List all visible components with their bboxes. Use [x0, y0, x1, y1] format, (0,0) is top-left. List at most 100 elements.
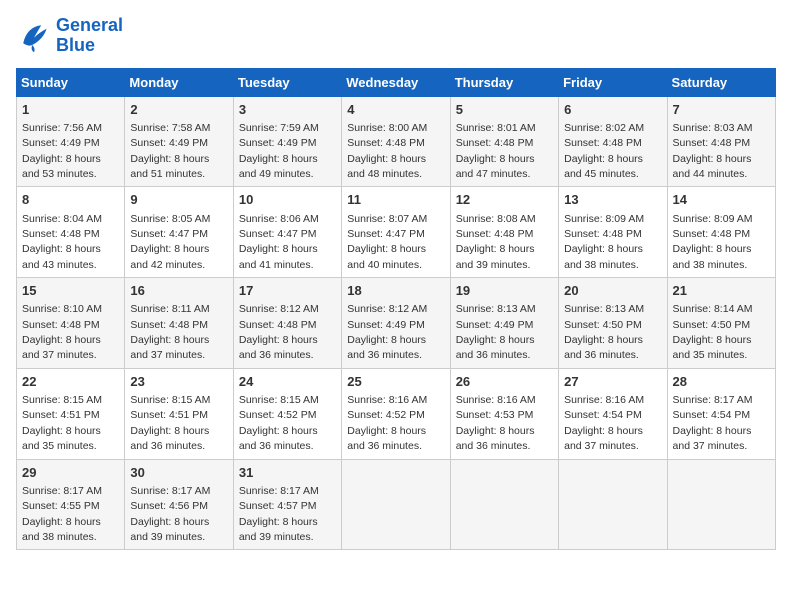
day-number: 3 — [239, 101, 336, 119]
day-info: Sunrise: 8:06 AM Sunset: 4:47 PM Dayligh… — [239, 213, 319, 271]
calendar-row-1: 1 Sunrise: 7:56 AM Sunset: 4:49 PM Daylig… — [17, 96, 776, 187]
day-info: Sunrise: 8:04 AM Sunset: 4:48 PM Dayligh… — [22, 213, 102, 271]
day-info: Sunrise: 8:05 AM Sunset: 4:47 PM Dayligh… — [130, 213, 210, 271]
day-number: 14 — [673, 191, 770, 209]
col-header-sunday: Sunday — [17, 68, 125, 96]
day-number: 10 — [239, 191, 336, 209]
calendar-cell: 1 Sunrise: 7:56 AM Sunset: 4:49 PM Daylig… — [17, 96, 125, 187]
logo: General Blue — [16, 16, 123, 56]
day-number: 26 — [456, 373, 553, 391]
day-number: 12 — [456, 191, 553, 209]
day-number: 13 — [564, 191, 661, 209]
calendar-cell: 9 Sunrise: 8:05 AM Sunset: 4:47 PM Daylig… — [125, 187, 233, 278]
calendar-row-2: 8 Sunrise: 8:04 AM Sunset: 4:48 PM Daylig… — [17, 187, 776, 278]
day-number: 21 — [673, 282, 770, 300]
day-info: Sunrise: 8:10 AM Sunset: 4:48 PM Dayligh… — [22, 303, 102, 361]
day-number: 29 — [22, 464, 119, 482]
day-number: 28 — [673, 373, 770, 391]
calendar-cell: 11 Sunrise: 8:07 AM Sunset: 4:47 PM Dayli… — [342, 187, 450, 278]
day-info: Sunrise: 8:16 AM Sunset: 4:53 PM Dayligh… — [456, 394, 536, 452]
col-header-thursday: Thursday — [450, 68, 558, 96]
col-header-monday: Monday — [125, 68, 233, 96]
col-header-tuesday: Tuesday — [233, 68, 341, 96]
day-info: Sunrise: 8:16 AM Sunset: 4:52 PM Dayligh… — [347, 394, 427, 452]
calendar-cell: 23 Sunrise: 8:15 AM Sunset: 4:51 PM Dayli… — [125, 368, 233, 459]
day-info: Sunrise: 8:09 AM Sunset: 4:48 PM Dayligh… — [673, 213, 753, 271]
day-info: Sunrise: 7:56 AM Sunset: 4:49 PM Dayligh… — [22, 122, 102, 180]
calendar-cell: 28Sunrise: 8:17 AM Sunset: 4:54 PM Dayli… — [667, 368, 775, 459]
calendar-row-4: 22 Sunrise: 8:15 AM Sunset: 4:51 PM Dayli… — [17, 368, 776, 459]
logo-text: General Blue — [56, 16, 123, 56]
day-info: Sunrise: 8:15 AM Sunset: 4:52 PM Dayligh… — [239, 394, 319, 452]
day-number: 19 — [456, 282, 553, 300]
day-number: 20 — [564, 282, 661, 300]
calendar-cell: 18 Sunrise: 8:12 AM Sunset: 4:49 PM Dayli… — [342, 278, 450, 369]
day-info: Sunrise: 8:12 AM Sunset: 4:49 PM Dayligh… — [347, 303, 427, 361]
col-header-wednesday: Wednesday — [342, 68, 450, 96]
day-number: 11 — [347, 191, 444, 209]
calendar-cell: 22 Sunrise: 8:15 AM Sunset: 4:51 PM Dayli… — [17, 368, 125, 459]
col-header-friday: Friday — [559, 68, 667, 96]
day-info: Sunrise: 8:09 AM Sunset: 4:48 PM Dayligh… — [564, 213, 644, 271]
day-number: 24 — [239, 373, 336, 391]
day-info: Sunrise: 8:08 AM Sunset: 4:48 PM Dayligh… — [456, 213, 536, 271]
calendar-cell: 4 Sunrise: 8:00 AM Sunset: 4:48 PM Daylig… — [342, 96, 450, 187]
calendar-cell — [450, 459, 558, 550]
calendar-cell: 8 Sunrise: 8:04 AM Sunset: 4:48 PM Daylig… — [17, 187, 125, 278]
day-info: Sunrise: 7:58 AM Sunset: 4:49 PM Dayligh… — [130, 122, 210, 180]
day-number: 17 — [239, 282, 336, 300]
day-info: Sunrise: 8:16 AM Sunset: 4:54 PM Dayligh… — [564, 394, 644, 452]
day-info: Sunrise: 7:59 AM Sunset: 4:49 PM Dayligh… — [239, 122, 319, 180]
day-info: Sunrise: 8:00 AM Sunset: 4:48 PM Dayligh… — [347, 122, 427, 180]
calendar-cell: 15 Sunrise: 8:10 AM Sunset: 4:48 PM Dayli… — [17, 278, 125, 369]
calendar-cell: 12 Sunrise: 8:08 AM Sunset: 4:48 PM Dayli… — [450, 187, 558, 278]
day-number: 18 — [347, 282, 444, 300]
calendar-cell: 6 Sunrise: 8:02 AM Sunset: 4:48 PM Daylig… — [559, 96, 667, 187]
calendar-row-5: 29Sunrise: 8:17 AM Sunset: 4:55 PM Dayli… — [17, 459, 776, 550]
day-number: 1 — [22, 101, 119, 119]
day-number: 9 — [130, 191, 227, 209]
day-number: 2 — [130, 101, 227, 119]
day-info: Sunrise: 8:15 AM Sunset: 4:51 PM Dayligh… — [130, 394, 210, 452]
day-info: Sunrise: 8:13 AM Sunset: 4:50 PM Dayligh… — [564, 303, 644, 361]
calendar-cell: 19 Sunrise: 8:13 AM Sunset: 4:49 PM Dayli… — [450, 278, 558, 369]
calendar-cell: 16Sunrise: 8:11 AM Sunset: 4:48 PM Dayli… — [125, 278, 233, 369]
calendar-cell: 26 Sunrise: 8:16 AM Sunset: 4:53 PM Dayli… — [450, 368, 558, 459]
calendar-cell: 24 Sunrise: 8:15 AM Sunset: 4:52 PM Dayli… — [233, 368, 341, 459]
day-info: Sunrise: 8:13 AM Sunset: 4:49 PM Dayligh… — [456, 303, 536, 361]
calendar-cell: 3 Sunrise: 7:59 AM Sunset: 4:49 PM Daylig… — [233, 96, 341, 187]
calendar-cell: 14 Sunrise: 8:09 AM Sunset: 4:48 PM Dayli… — [667, 187, 775, 278]
calendar-cell: 5Sunrise: 8:01 AM Sunset: 4:48 PM Daylig… — [450, 96, 558, 187]
col-header-saturday: Saturday — [667, 68, 775, 96]
calendar-cell: 17 Sunrise: 8:12 AM Sunset: 4:48 PM Dayli… — [233, 278, 341, 369]
day-info: Sunrise: 8:01 AM Sunset: 4:48 PM Dayligh… — [456, 122, 536, 180]
day-number: 27 — [564, 373, 661, 391]
calendar-cell — [667, 459, 775, 550]
day-info: Sunrise: 8:15 AM Sunset: 4:51 PM Dayligh… — [22, 394, 102, 452]
day-info: Sunrise: 8:11 AM Sunset: 4:48 PM Dayligh… — [130, 303, 209, 361]
day-info: Sunrise: 8:02 AM Sunset: 4:48 PM Dayligh… — [564, 122, 644, 180]
calendar-cell: 10 Sunrise: 8:06 AM Sunset: 4:47 PM Dayli… — [233, 187, 341, 278]
calendar-cell: 7 Sunrise: 8:03 AM Sunset: 4:48 PM Daylig… — [667, 96, 775, 187]
calendar-cell — [342, 459, 450, 550]
day-info: Sunrise: 8:17 AM Sunset: 4:57 PM Dayligh… — [239, 485, 319, 543]
day-info: Sunrise: 8:03 AM Sunset: 4:48 PM Dayligh… — [673, 122, 753, 180]
day-number: 4 — [347, 101, 444, 119]
calendar-cell: 31 Sunrise: 8:17 AM Sunset: 4:57 PM Dayli… — [233, 459, 341, 550]
day-info: Sunrise: 8:07 AM Sunset: 4:47 PM Dayligh… — [347, 213, 427, 271]
day-number: 8 — [22, 191, 119, 209]
day-number: 23 — [130, 373, 227, 391]
day-info: Sunrise: 8:17 AM Sunset: 4:56 PM Dayligh… — [130, 485, 210, 543]
day-number: 6 — [564, 101, 661, 119]
day-number: 7 — [673, 101, 770, 119]
day-number: 15 — [22, 282, 119, 300]
day-number: 31 — [239, 464, 336, 482]
day-info: Sunrise: 8:12 AM Sunset: 4:48 PM Dayligh… — [239, 303, 319, 361]
calendar-cell: 29Sunrise: 8:17 AM Sunset: 4:55 PM Dayli… — [17, 459, 125, 550]
day-number: 22 — [22, 373, 119, 391]
calendar-cell — [559, 459, 667, 550]
calendar-row-3: 15 Sunrise: 8:10 AM Sunset: 4:48 PM Dayli… — [17, 278, 776, 369]
day-number: 25 — [347, 373, 444, 391]
day-info: Sunrise: 8:14 AM Sunset: 4:50 PM Dayligh… — [673, 303, 753, 361]
header: General Blue — [16, 16, 776, 56]
